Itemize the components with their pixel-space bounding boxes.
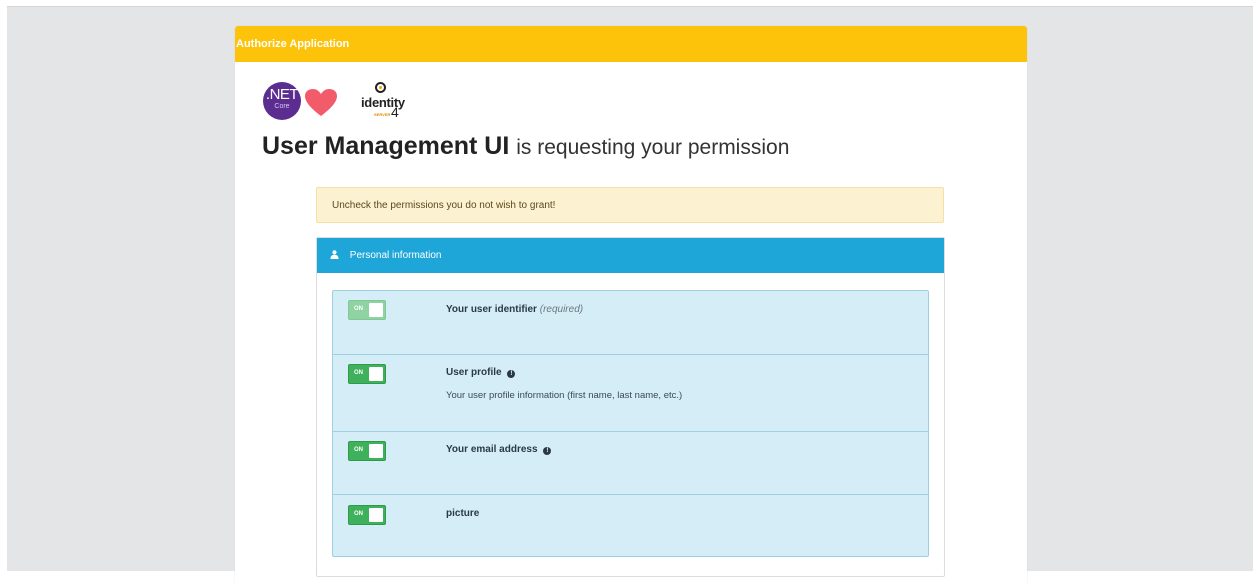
scope-toggle-email[interactable]: ON	[348, 441, 386, 461]
info-icon[interactable]: !	[507, 370, 516, 378]
toggle-on-label: ON	[354, 511, 363, 517]
card-header-title: Authorize Application	[236, 38, 350, 50]
info-icon[interactable]: !	[543, 447, 552, 455]
browser-viewport: Authorize Application .NET Core identity…	[7, 6, 1253, 586]
toggle-on-label: ON	[354, 447, 363, 453]
panel-heading-title: Personal information	[349, 250, 442, 261]
scope-title: picture	[446, 508, 479, 519]
consent-card: Authorize Application .NET Core identity…	[235, 26, 1027, 586]
identityserver-logo-version: 4	[391, 104, 399, 120]
card-header: Authorize Application	[235, 26, 1027, 62]
scope-toggle-user-identifier[interactable]: ON	[348, 300, 386, 320]
client-name: User Management UI	[262, 132, 510, 160]
scope-toggle-picture[interactable]: ON	[348, 505, 386, 525]
required-label: (required)	[539, 304, 584, 315]
toggle-on-label: ON	[354, 306, 363, 312]
toggle-knob	[369, 303, 383, 317]
dotnet-core-logo: .NET Core	[263, 82, 301, 120]
scope-title-text: Your user identifier	[446, 304, 537, 315]
personal-information-panel: Personal information ON Your user identi…	[316, 237, 945, 577]
scope-item-picture: ON picture	[333, 494, 928, 556]
identityserver-mark-icon	[375, 82, 386, 93]
scope-item-user-identifier: ON Your user identifier (required)	[333, 291, 928, 354]
toggle-knob	[369, 367, 383, 381]
dotnet-logo-text: .NET	[265, 86, 299, 103]
scope-toggle-user-profile[interactable]: ON	[348, 364, 386, 384]
requesting-text: is requesting your permission	[516, 136, 790, 159]
identityserver-logo-subtext: SERVER	[374, 112, 391, 117]
scope-title: Your user identifier (required)	[446, 304, 583, 315]
scope-item-email: ON Your email address !	[333, 431, 928, 494]
toggle-on-label: ON	[354, 370, 363, 376]
scope-title: User profile !	[446, 367, 516, 378]
identityserver-logo: identity SERVER 4	[345, 82, 415, 122]
scope-title: Your email address !	[446, 444, 552, 455]
heart-icon	[305, 89, 337, 116]
toggle-knob	[369, 508, 383, 522]
scope-list: ON Your user identifier (required) ON Us…	[332, 290, 929, 557]
scope-title-text: Your email address	[446, 444, 538, 455]
toggle-knob	[369, 444, 383, 458]
scope-title-text: User profile	[446, 367, 502, 378]
scope-description: Your user profile information (first nam…	[446, 390, 683, 401]
user-icon	[330, 250, 339, 259]
dotnet-logo-subtext: Core	[274, 103, 290, 110]
scope-item-user-profile: ON User profile ! Your user profile info…	[333, 354, 928, 431]
panel-heading: Personal information	[317, 238, 944, 273]
scope-title-text: picture	[446, 508, 480, 519]
warning-alert: Uncheck the permissions you do not wish …	[316, 187, 944, 223]
consent-title: User Management UI is requesting your pe…	[262, 132, 789, 161]
